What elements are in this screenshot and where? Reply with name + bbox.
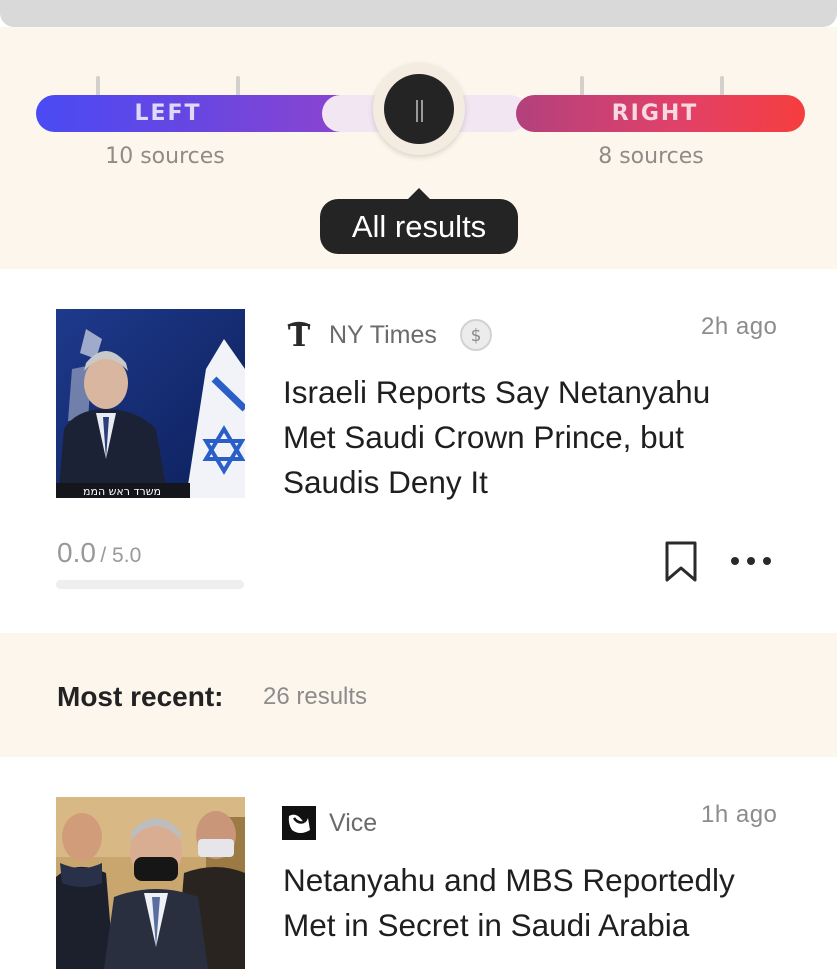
slider-tick: [580, 76, 584, 96]
svg-text:משרד ראש הממ: משרד ראש הממ: [83, 485, 161, 498]
slider-tick: [236, 76, 240, 96]
slider-tick: [720, 76, 724, 96]
article-time: 2h ago: [701, 313, 778, 340]
results-count: 26 results: [263, 683, 368, 710]
headline-line: Met Saudi Crown Prince, but: [283, 419, 684, 455]
source-name[interactable]: Vice: [329, 809, 377, 838]
article-thumbnail[interactable]: [56, 797, 245, 969]
article-time: 1h ago: [701, 801, 778, 828]
dollar-icon: $: [460, 319, 492, 351]
headline-line: Met in Secret in Saudi Arabia: [283, 907, 690, 943]
right-source-count: 8 sources: [598, 144, 704, 169]
slider-tooltip: All results: [320, 199, 518, 254]
article-headline[interactable]: Israeli Reports Say Netanyahu Met Saudi …: [283, 370, 803, 505]
rating-value: 0.0: [57, 537, 96, 568]
headline-line: Netanyahu and MBS Reportedly: [283, 862, 735, 898]
slider-knob[interactable]: [384, 74, 454, 144]
left-source-count: 10 sources: [105, 144, 225, 169]
knob-grip-icon: [421, 100, 423, 122]
slider-tick: [96, 76, 100, 96]
article-rating: 0.0 / 5.0: [57, 537, 141, 569]
knob-grip-icon: [416, 100, 418, 122]
headline-line: Israeli Reports Say Netanyahu: [283, 374, 711, 410]
svg-text:$: $: [471, 326, 482, 346]
top-bar: [0, 0, 837, 27]
vice-logo-icon: [282, 806, 316, 840]
source-name[interactable]: NY Times: [329, 321, 437, 350]
left-label: LEFT: [134, 101, 202, 126]
rating-max: / 5.0: [100, 544, 142, 567]
article-headline[interactable]: Netanyahu and MBS Reportedly Met in Secr…: [283, 858, 803, 948]
netanyahu-photo: משרד ראש הממ: [56, 309, 245, 498]
bookmark-icon[interactable]: [664, 540, 698, 583]
right-label: RIGHT: [611, 101, 699, 126]
most-recent-label: Most recent:: [57, 681, 224, 712]
headline-line: Saudis Deny It: [283, 464, 488, 500]
rating-bar: [56, 580, 244, 589]
article-thumbnail[interactable]: משרד ראש הממ: [56, 309, 245, 498]
nyt-logo-icon: T: [287, 319, 311, 352]
netanyahu-mbs-photo: [56, 797, 245, 969]
more-icon[interactable]: [729, 555, 773, 567]
